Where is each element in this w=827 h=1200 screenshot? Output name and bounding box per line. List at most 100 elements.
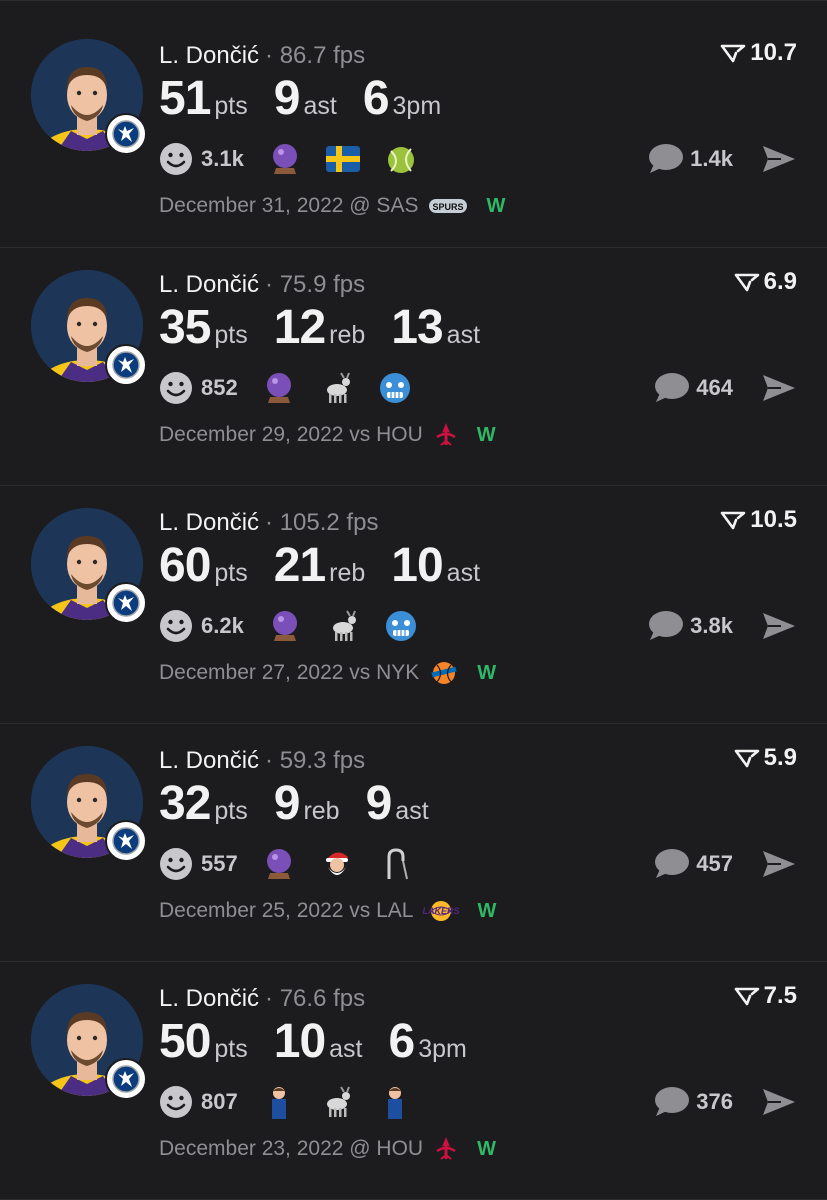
game-card[interactable]: L. Dončić · 105.2 fps 10.5 60 pts 21 reb 10 a…: [0, 486, 827, 724]
rating-score: 5.9: [734, 744, 797, 772]
rating-icon: [734, 749, 759, 768]
comments-button[interactable]: 464: [652, 371, 733, 405]
cane-icon[interactable]: [378, 847, 412, 881]
mavericks-logo-icon: [105, 820, 147, 862]
comments-button[interactable]: 3.8k: [646, 609, 733, 643]
game-feed: L. Dončić · 86.7 fps 10.7 51 pts 9 ast 6 3pm: [0, 0, 827, 1200]
stat-ast: 10 ast: [391, 538, 480, 593]
rating-score: 10.5: [720, 506, 797, 534]
crystal-ball-icon[interactable]: [268, 142, 302, 176]
game-result: W: [486, 194, 506, 217]
stat-value: 6: [362, 72, 390, 125]
share-button[interactable]: [761, 143, 797, 175]
share-button[interactable]: [761, 372, 797, 404]
rating-score: 6.9: [734, 268, 797, 296]
stat-reb: 9 reb: [274, 776, 340, 831]
stat-label: 3pm: [392, 92, 442, 120]
comment-count: 376: [696, 1089, 733, 1114]
reaction-button[interactable]: 6.2k: [159, 609, 244, 643]
comment-count: 464: [696, 375, 733, 400]
crystal-ball-icon[interactable]: [262, 847, 296, 881]
stat-value: 32: [159, 777, 211, 830]
stat-label: pts: [214, 797, 248, 825]
fantasy-points: · 105.2 fps: [265, 509, 379, 536]
rockets-logo-icon: [433, 421, 459, 449]
smiley-icon: [160, 372, 192, 404]
reaction-button[interactable]: 557: [159, 847, 238, 881]
stat-value: 9: [365, 777, 393, 830]
goat-icon[interactable]: [326, 609, 360, 643]
stat-label: ast: [329, 1035, 363, 1063]
santa-icon[interactable]: [320, 847, 354, 881]
player-avatar[interactable]: [31, 39, 149, 157]
lakers-logo-icon: LAKERS: [423, 899, 459, 923]
reaction-emojis: [244, 142, 418, 176]
rating-value: 5.9: [763, 744, 797, 771]
tennis-ball-icon[interactable]: [384, 142, 418, 176]
stat-label: pts: [214, 559, 248, 587]
stat-pts: 35 pts: [159, 300, 248, 355]
mavericks-logo-icon: [105, 1058, 147, 1100]
player-name[interactable]: L. Dončić: [159, 747, 259, 775]
smiley-icon: [160, 610, 192, 642]
player-name[interactable]: L. Dončić: [159, 271, 259, 299]
player-name[interactable]: L. Dončić: [159, 985, 259, 1013]
player-sticker-icon[interactable]: [262, 1085, 296, 1119]
player-avatar[interactable]: [31, 270, 149, 388]
stat-value: 13: [391, 301, 443, 354]
stat-pts: 50 pts: [159, 1014, 248, 1069]
stat-3pm: 6 3pm: [389, 1014, 467, 1069]
fantasy-points: · 75.9 fps: [265, 271, 366, 298]
reaction-emojis: [244, 609, 418, 643]
rockets-logo-icon: [433, 1135, 459, 1163]
player-avatar[interactable]: [31, 508, 149, 626]
rating-icon: [734, 987, 759, 1006]
rating-value: 7.5: [763, 982, 797, 1009]
rating-score: 7.5: [734, 982, 797, 1010]
sweden-flag-icon[interactable]: [325, 142, 360, 176]
player-avatar[interactable]: [31, 746, 149, 864]
stat-value: 10: [273, 1015, 326, 1068]
cold-face-icon[interactable]: [378, 371, 412, 405]
player-name[interactable]: L. Dončić: [159, 42, 259, 70]
cold-face-icon[interactable]: [384, 609, 418, 643]
share-button[interactable]: [761, 610, 797, 642]
comment-icon: [655, 1087, 690, 1116]
reaction-button[interactable]: 852: [159, 371, 238, 405]
game-card[interactable]: L. Dončić · 59.3 fps 5.9 32 pts 9 reb 9 ast: [0, 724, 827, 962]
player-avatar[interactable]: [31, 984, 149, 1102]
stat-line: 51 pts 9 ast 6 3pm: [159, 71, 797, 125]
reaction-button[interactable]: 3.1k: [159, 142, 244, 176]
crystal-ball-icon[interactable]: [262, 371, 296, 405]
reaction-button[interactable]: 807: [159, 1085, 238, 1119]
share-button[interactable]: [761, 1086, 797, 1118]
crystal-ball-icon[interactable]: [268, 609, 302, 643]
game-card[interactable]: L. Dončić · 86.7 fps 10.7 51 pts 9 ast 6 3pm: [0, 0, 827, 248]
reaction-emojis: [238, 371, 412, 405]
goat-icon[interactable]: [320, 1085, 354, 1119]
svg-text:SPURS: SPURS: [433, 202, 464, 212]
stat-pts: 32 pts: [159, 776, 248, 831]
comments-button[interactable]: 1.4k: [646, 142, 733, 176]
goat-icon[interactable]: [320, 371, 354, 405]
stat-label: pts: [214, 1035, 248, 1063]
stat-value: 9: [273, 72, 301, 125]
player-sticker-icon[interactable]: [378, 1085, 412, 1119]
comment-icon: [655, 373, 690, 402]
rating-icon: [734, 273, 759, 292]
game-card[interactable]: L. Dončić · 75.9 fps 6.9 35 pts 12 reb 13 ast: [0, 248, 827, 486]
reaction-emojis: [238, 1085, 412, 1119]
stat-label: 3pm: [418, 1035, 467, 1063]
game-result: W: [477, 899, 497, 922]
player-name[interactable]: L. Dončić: [159, 509, 259, 537]
stat-label: ast: [446, 559, 481, 587]
comments-button[interactable]: 457: [652, 847, 733, 881]
reaction-emojis: [238, 847, 412, 881]
stat-value: 51: [159, 72, 211, 125]
share-button[interactable]: [761, 848, 797, 880]
comment-icon: [649, 144, 684, 173]
comments-button[interactable]: 376: [652, 1085, 733, 1119]
game-card[interactable]: L. Dončić · 76.6 fps 7.5 50 pts 10 ast 6 3pm: [0, 962, 827, 1200]
stat-line: 50 pts 10 ast 6 3pm: [159, 1014, 797, 1068]
send-icon: [763, 375, 795, 401]
